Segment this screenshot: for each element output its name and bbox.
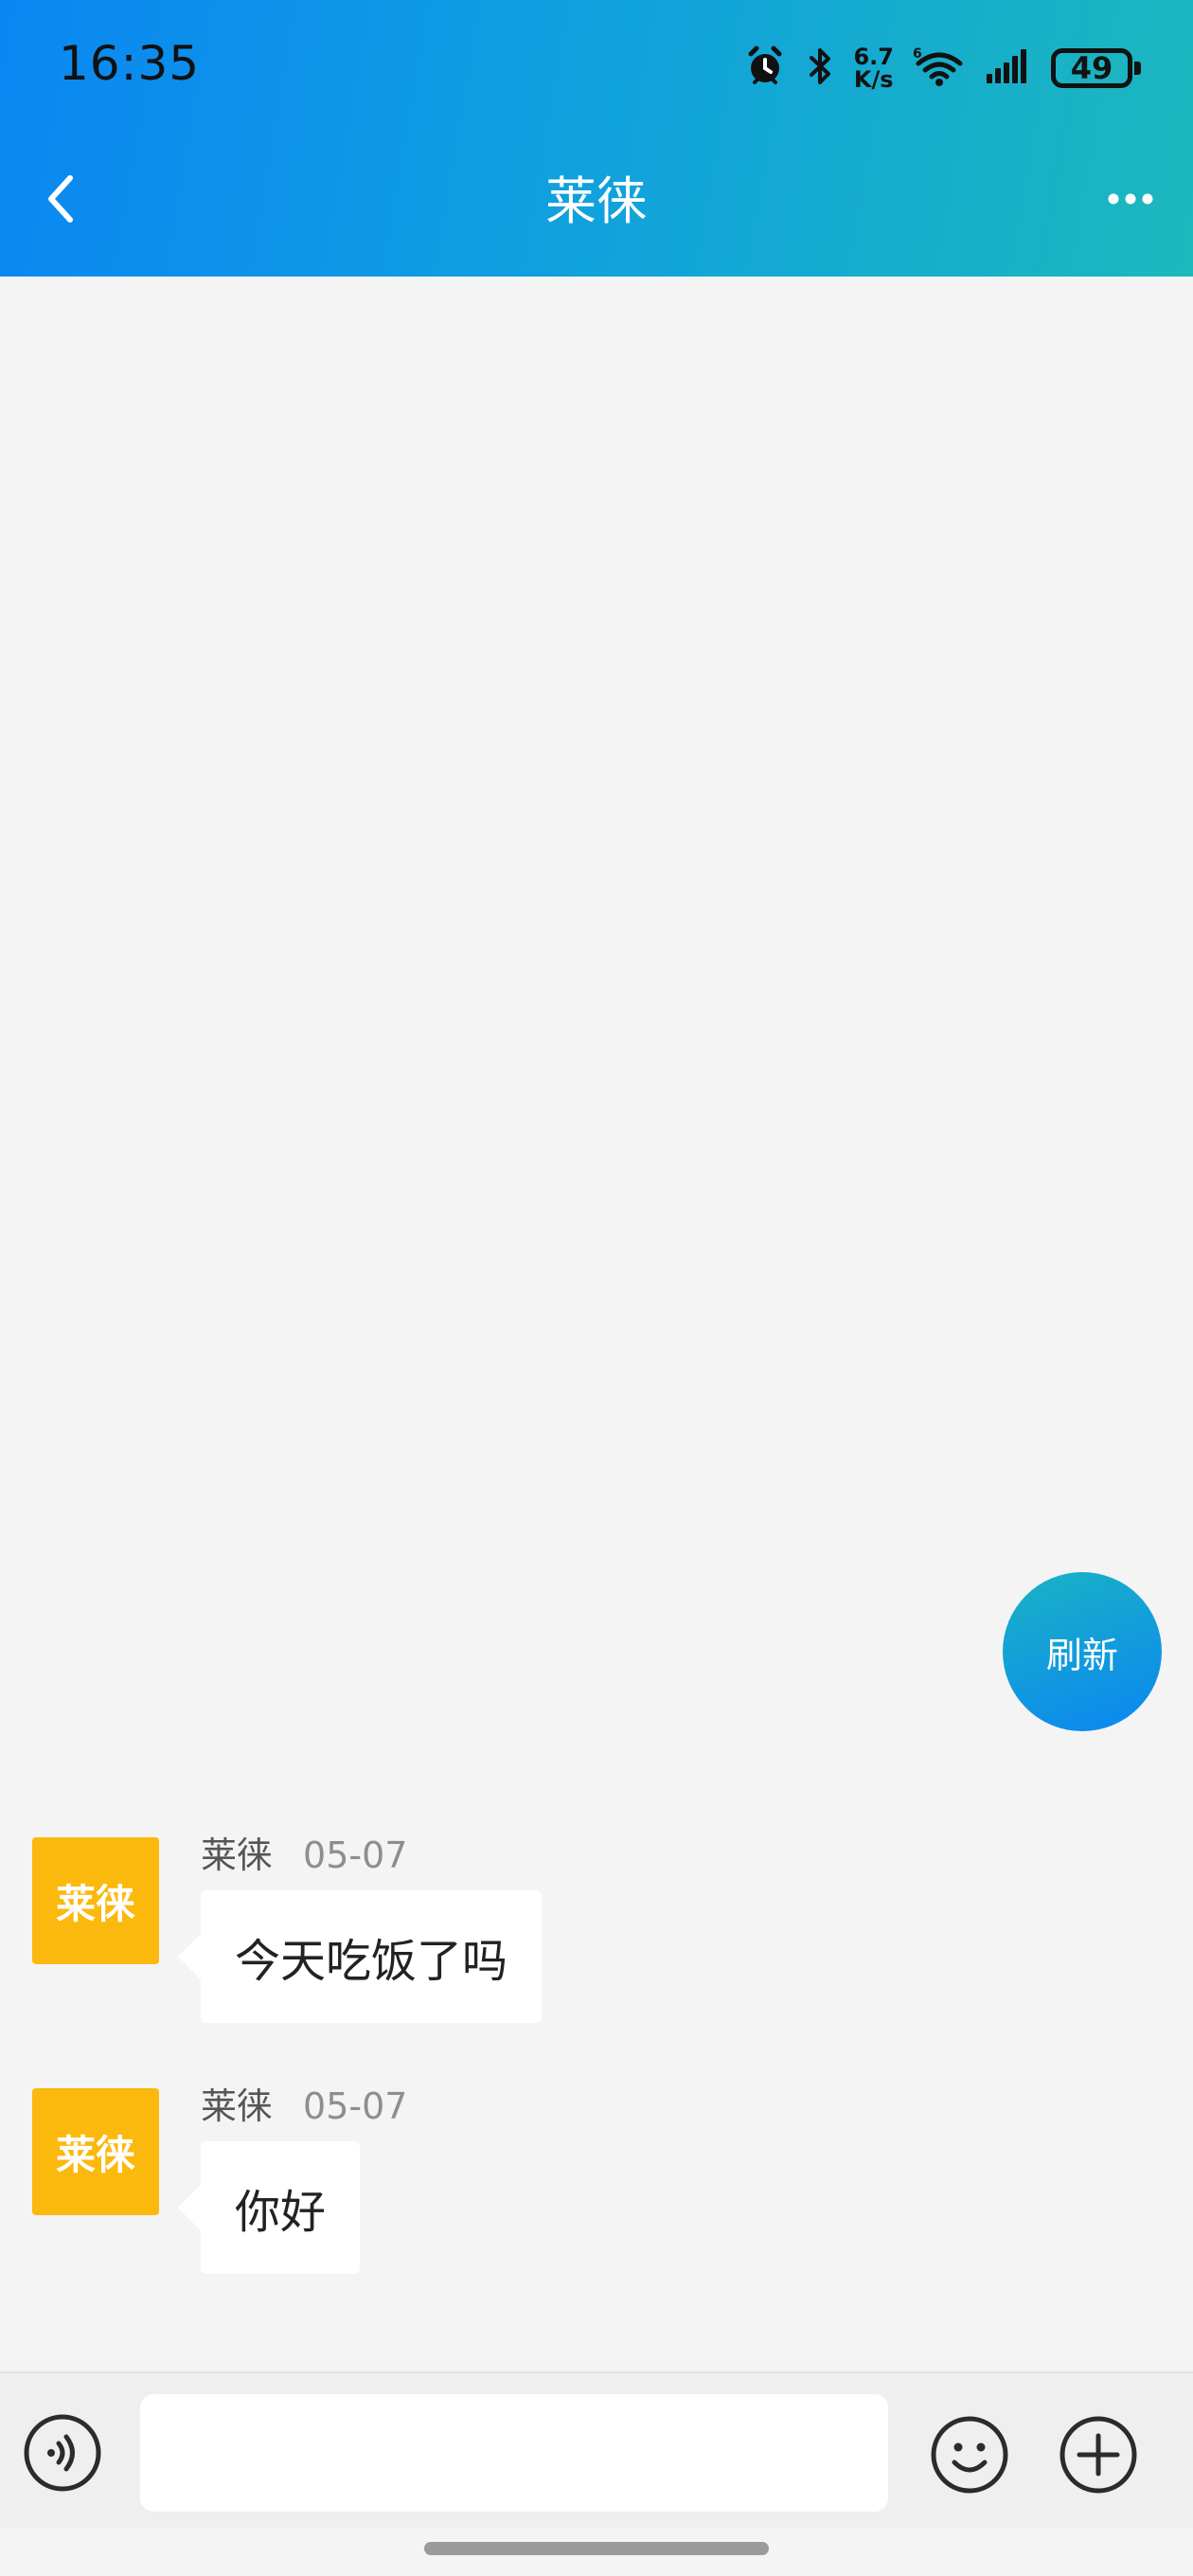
more-dots-icon — [1108, 193, 1153, 205]
network-speed-value: 6.7 — [853, 44, 894, 70]
home-indicator[interactable] — [424, 2542, 769, 2555]
avatar[interactable]: 莱徕 — [32, 1837, 159, 1964]
network-speed-unit: K/s — [853, 66, 894, 93]
status-time: 16:35 — [59, 36, 201, 91]
header: 16:35 6.7 K/s 6 49 莱徕 — [0, 0, 1193, 277]
more-options-button[interactable] — [1095, 169, 1166, 229]
plus-circle-icon — [1059, 2416, 1137, 2494]
network-speed: 6.7 K/s — [853, 45, 894, 91]
sender-name: 莱徕 — [201, 1834, 274, 1876]
alarm-icon — [743, 45, 787, 92]
input-bar — [0, 2371, 1193, 2529]
message-meta: 莱徕 05-07 — [201, 2083, 407, 2130]
wifi-icon: 6 — [913, 45, 966, 92]
voice-icon — [24, 2414, 101, 2492]
bluetooth-icon — [806, 45, 834, 92]
emoji-button[interactable] — [930, 2415, 1009, 2495]
more-actions-button[interactable] — [1059, 2415, 1138, 2495]
avatar[interactable]: 莱徕 — [32, 2088, 159, 2215]
page-title: 莱徕 — [545, 171, 648, 231]
message-bubble[interactable]: 你好 — [177, 2141, 361, 2274]
status-icons: 6.7 K/s 6 49 — [743, 42, 1141, 95]
signal-icon — [985, 47, 1032, 89]
battery-icon: 49 — [1051, 48, 1141, 88]
message-bubble[interactable]: 今天吃饭了吗 — [177, 1890, 543, 2023]
message-meta: 莱徕 05-07 — [201, 1832, 407, 1879]
refresh-button[interactable]: 刷新 — [1003, 1572, 1162, 1731]
battery-level: 49 — [1070, 50, 1113, 86]
message-date: 05-07 — [303, 1834, 408, 1876]
message-input[interactable] — [140, 2394, 888, 2512]
chat-screen: 16:35 6.7 K/s 6 49 莱徕 刷新 莱徕 莱徕 05-07 今天吃… — [0, 0, 1193, 2576]
smiley-icon — [931, 2416, 1008, 2494]
sender-name: 莱徕 — [201, 2085, 274, 2127]
message-date: 05-07 — [303, 2085, 408, 2127]
voice-button[interactable] — [23, 2413, 102, 2493]
